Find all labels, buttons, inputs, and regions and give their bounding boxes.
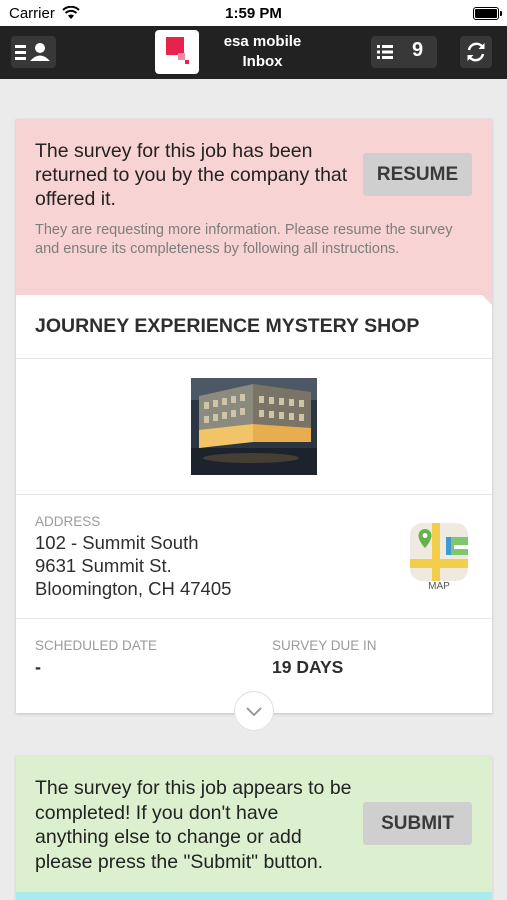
map-button[interactable] bbox=[410, 523, 468, 581]
next-card-edge bbox=[16, 892, 492, 900]
divider bbox=[16, 618, 492, 619]
store-photo-image bbox=[191, 378, 317, 475]
returned-alert: The survey for this job has been returne… bbox=[16, 119, 492, 295]
refresh-icon bbox=[467, 42, 485, 62]
contacts-button[interactable] bbox=[11, 36, 56, 68]
nav-bar: esa mobile Inbox 9 bbox=[0, 26, 507, 79]
nav-title: esa mobile Inbox bbox=[210, 32, 315, 72]
list-icon bbox=[377, 45, 393, 59]
address-line: 102 - Summit South bbox=[35, 532, 199, 553]
inbox-button[interactable] bbox=[371, 36, 437, 68]
submit-button[interactable]: SUBMIT bbox=[363, 802, 472, 845]
map-label: MAP bbox=[428, 581, 450, 592]
completion-message: The survey for this job appears to be co… bbox=[35, 777, 352, 873]
refresh-button[interactable] bbox=[460, 36, 492, 68]
resume-button[interactable]: RESUME bbox=[363, 153, 472, 196]
status-bar: Carrier 1:59 PM bbox=[0, 0, 507, 26]
map-icon bbox=[410, 523, 468, 581]
contacts-icon bbox=[15, 43, 50, 61]
clock: 1:59 PM bbox=[225, 5, 282, 22]
returned-message: The survey for this job has been returne… bbox=[35, 140, 348, 210]
survey-due-value: 19 DAYS bbox=[272, 657, 344, 677]
scheduled-date-value: - bbox=[35, 657, 41, 677]
returned-details: They are requesting more information. Pl… bbox=[35, 222, 453, 257]
address-line: 9631 Summit St. bbox=[35, 555, 172, 576]
divider bbox=[16, 358, 492, 359]
logo-mark-icon bbox=[166, 37, 189, 64]
survey-due-label: SURVEY DUE IN bbox=[272, 638, 377, 653]
job-photo bbox=[191, 378, 317, 475]
scheduled-date-label: SCHEDULED DATE bbox=[35, 638, 158, 653]
expand-button[interactable] bbox=[234, 691, 274, 731]
section-title: Inbox bbox=[242, 53, 283, 70]
corner-fold bbox=[482, 295, 492, 305]
job-card: The survey for this job has been returne… bbox=[16, 119, 492, 713]
esa-logo bbox=[155, 30, 199, 74]
address-label: ADDRESS bbox=[35, 514, 101, 529]
app-name: esa mobile bbox=[223, 33, 302, 50]
address-line: Bloomington, CH 47405 bbox=[35, 578, 232, 599]
divider bbox=[16, 494, 492, 495]
job-title: JOURNEY EXPERIENCE MYSTERY SHOP bbox=[35, 315, 420, 337]
chevron-down-icon bbox=[246, 707, 262, 717]
inbox-count-badge: 9 bbox=[412, 39, 424, 61]
completion-card: The survey for this job appears to be co… bbox=[16, 756, 492, 900]
battery-icon bbox=[473, 7, 502, 20]
